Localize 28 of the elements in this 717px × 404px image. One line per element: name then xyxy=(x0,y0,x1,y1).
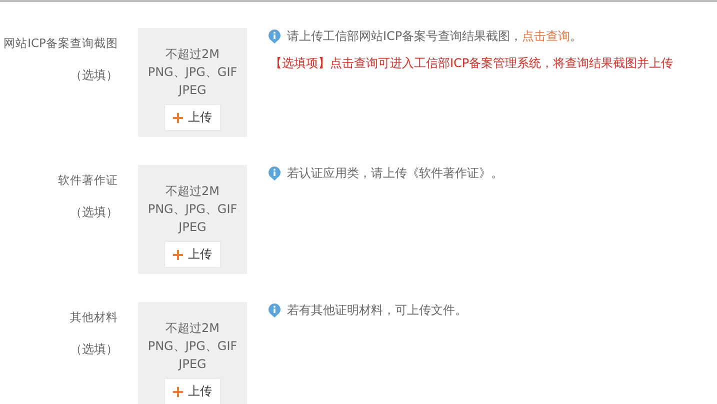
file-limit-text: 不超过2M xyxy=(166,320,220,337)
optional-label: （选填） xyxy=(70,67,118,84)
field-label: 软件著作证 xyxy=(58,173,118,188)
optional-label: （选填） xyxy=(70,341,118,358)
file-limit-text: JPEG xyxy=(178,82,206,99)
field-label: 其他材料 xyxy=(70,310,118,325)
note-text: 【选填项】点击查询可进入工信部ICP备案管理系统，将查询结果截图并上传 xyxy=(270,55,674,72)
plus-icon xyxy=(173,112,183,122)
info-icon xyxy=(268,166,281,181)
plus-icon xyxy=(173,250,183,260)
info-icon xyxy=(268,29,281,44)
info-icon xyxy=(268,303,281,318)
file-limit-text: JPEG xyxy=(178,356,206,373)
hint-text: 若有其他证明材料，可上传文件。 xyxy=(287,302,467,319)
file-limit-text: PNG、JPG、GIF xyxy=(148,201,238,218)
file-limit-text: 不超过2M xyxy=(166,183,220,200)
upload-button[interactable]: 上传 xyxy=(165,105,220,130)
file-limit-text: PNG、JPG、GIF xyxy=(148,338,238,355)
field-label: 网站ICP备案查询截图 xyxy=(4,36,118,51)
optional-label: （选填） xyxy=(70,204,118,221)
upload-button[interactable]: 上传 xyxy=(165,242,220,267)
upload-button[interactable]: 上传 xyxy=(165,379,220,404)
plus-icon xyxy=(173,386,183,396)
hint-text: 若认证应用类，请上传《软件著作证》。 xyxy=(287,165,503,182)
file-limit-text: 不超过2M xyxy=(166,46,220,63)
hint-text: 请上传工信部网站ICP备案号查询结果截图，点击查询。 xyxy=(287,28,582,45)
file-limit-text: PNG、JPG、GIF xyxy=(148,64,238,81)
file-limit-text: JPEG xyxy=(178,219,206,236)
